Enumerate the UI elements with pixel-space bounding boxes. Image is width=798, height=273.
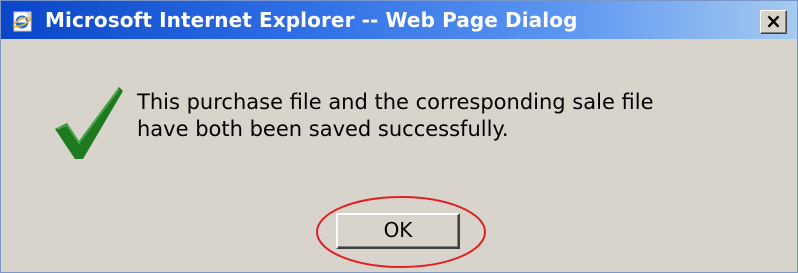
title-bar[interactable]: Microsoft Internet Explorer -- Web Page … [1,1,797,39]
dialog-message: This purchase file and the corresponding… [137,89,777,143]
checkmark-icon [55,87,123,159]
web-page-dialog: Microsoft Internet Explorer -- Web Page … [0,0,798,273]
message-line-1: This purchase file and the corresponding… [137,90,654,114]
ok-button[interactable]: OK [336,213,460,249]
internet-explorer-icon [12,11,32,32]
message-line-2: have both been saved successfully. [137,117,509,141]
window-title: Microsoft Internet Explorer -- Web Page … [45,8,578,32]
close-button[interactable]: × [760,10,787,34]
